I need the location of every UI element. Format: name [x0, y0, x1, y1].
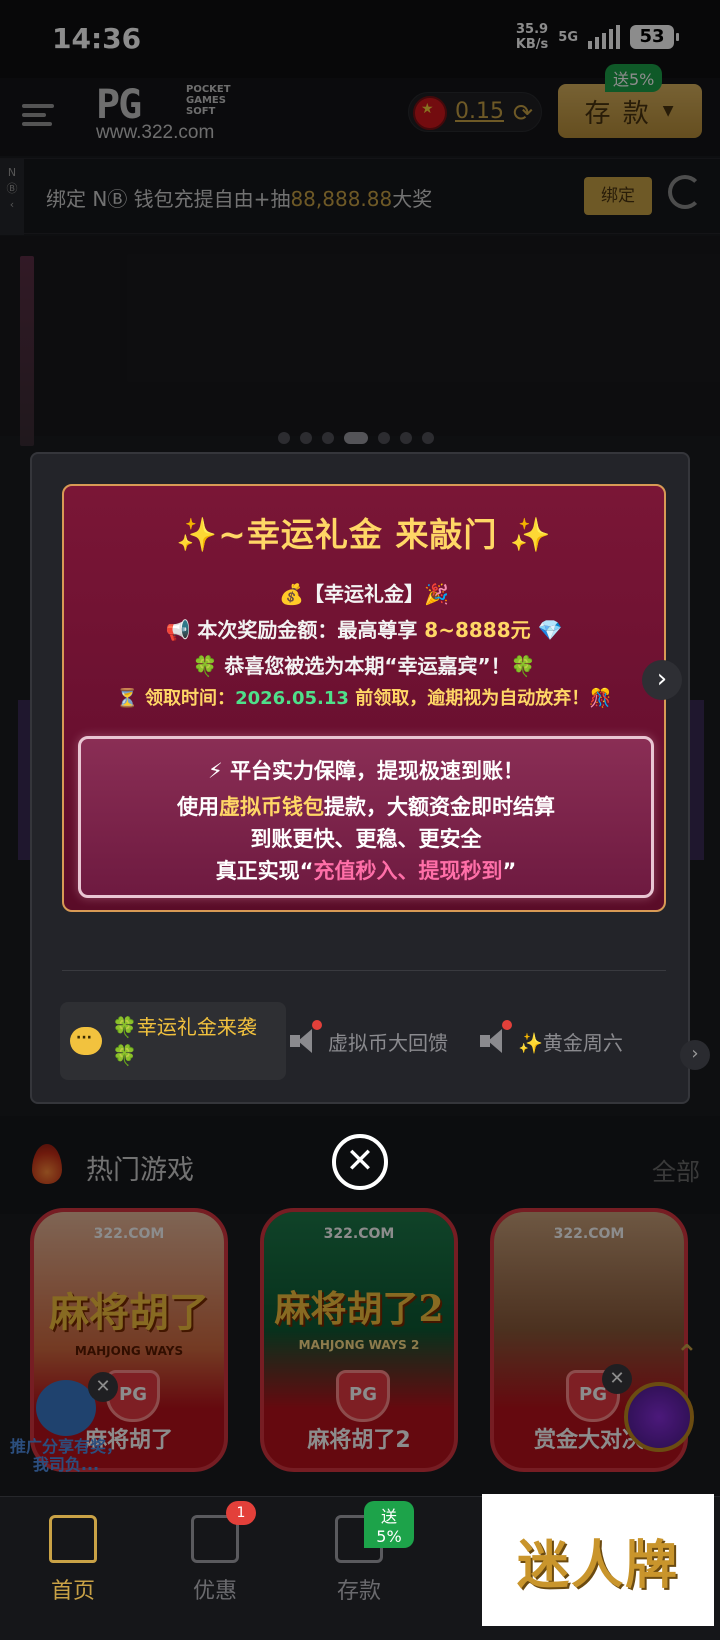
- nav-label: 优惠: [192, 1579, 237, 1604]
- nav-label: 首页: [50, 1579, 95, 1604]
- nav-deposit[interactable]: 送5% 存款: [304, 1501, 414, 1605]
- unread-dot: [502, 1020, 512, 1030]
- tab-label: 🍀幸运礼金来袭🍀: [112, 1015, 257, 1067]
- nav-promotions[interactable]: 1 优惠: [160, 1501, 270, 1605]
- promo-line-1: 💰【幸运礼金】🎉: [279, 582, 449, 606]
- instant-deposit-highlight: 充值秒入、提现秒到: [313, 859, 503, 883]
- promo-line-4: ⏳ 领取时间：2026.05.13 前领取，逾期视为自动放弃！🎊: [64, 684, 664, 710]
- watermark-text: 迷人牌: [516, 1534, 679, 1596]
- inner-line-1: ⚡ 平台实力保障，提现极速到账！: [207, 759, 525, 783]
- promo-modal: ✨~幸运礼金 来敲门 ✨ 💰【幸运礼金】🎉 📢 本次奖励金额：最高尊享 8~88…: [30, 452, 690, 1104]
- chevron-right-icon[interactable]: ›: [642, 660, 682, 700]
- tab-label: ✨黄金周六: [518, 1030, 623, 1055]
- promo-card: ✨~幸运礼金 来敲门 ✨ 💰【幸运礼金】🎉 📢 本次奖励金额：最高尊享 8~88…: [62, 484, 666, 912]
- inner-line-4: 真正实现“充值秒入、提现秒到”: [81, 855, 651, 885]
- watermark: 迷人牌: [482, 1494, 714, 1626]
- modal-divider: [62, 970, 666, 971]
- tab-lucky-bonus[interactable]: 🍀幸运礼金来袭🍀: [60, 1002, 286, 1080]
- claim-date: 2026.05.13: [235, 688, 349, 709]
- notification-badge: 1: [226, 1501, 256, 1525]
- promo-line-3: 🍀 恭喜您被选为本期“幸运嘉宾”！🍀: [192, 654, 536, 678]
- speaker-icon: [290, 1029, 318, 1053]
- deposit-bonus-badge: 送5%: [364, 1501, 414, 1548]
- tab-crypto-feedback[interactable]: 虚拟币大回馈: [290, 1002, 448, 1080]
- inner-line-2: 使用虚拟币钱包提款，大额资金即时结算: [81, 791, 651, 821]
- inner-line-3: 到账更快、更稳、更安全: [250, 827, 482, 851]
- nav-label: 存款: [336, 1579, 381, 1604]
- reward-amount: 8~8888元: [424, 618, 531, 642]
- inner-line-4-suffix: ”: [502, 859, 517, 883]
- chevron-right-icon[interactable]: ›: [680, 1040, 710, 1070]
- tab-golden-saturday[interactable]: ✨黄金周六: [480, 1002, 666, 1080]
- inner-line-2-suffix: 提款，大额资金即时结算: [324, 795, 555, 819]
- claim-time-label: ⏳ 领取时间：: [116, 688, 236, 709]
- home-icon: [49, 1515, 97, 1563]
- inner-line-4-prefix: 真正实现“: [215, 859, 314, 883]
- promo-inner-box: ⚡ 平台实力保障，提现极速到账！ 使用虚拟币钱包提款，大额资金即时结算 到账更快…: [78, 736, 654, 898]
- unread-dot: [312, 1020, 322, 1030]
- inner-line-2-prefix: 使用: [177, 795, 219, 819]
- crypto-wallet-highlight: 虚拟币钱包: [219, 795, 324, 819]
- reward-label: 📢 本次奖励金额：最高尊享: [165, 618, 425, 642]
- speaker-icon: [480, 1029, 508, 1053]
- tab-label: 虚拟币大回馈: [328, 1030, 448, 1055]
- nav-home[interactable]: 首页: [18, 1515, 128, 1605]
- claim-deadline-note: 前领取，逾期视为自动放弃！🎊: [348, 688, 612, 709]
- promo-title: ✨~幸运礼金 来敲门 ✨: [176, 515, 552, 554]
- modal-tabs: 🍀幸运礼金来袭🍀 虚拟币大回馈 ✨黄金周六: [60, 1002, 666, 1082]
- close-modal-button[interactable]: ✕: [332, 1134, 388, 1190]
- diamond-icon: 💎: [530, 618, 563, 642]
- chat-icon: [70, 1027, 102, 1055]
- promo-line-2: 📢 本次奖励金额：最高尊享 8~8888元 💎: [64, 614, 664, 643]
